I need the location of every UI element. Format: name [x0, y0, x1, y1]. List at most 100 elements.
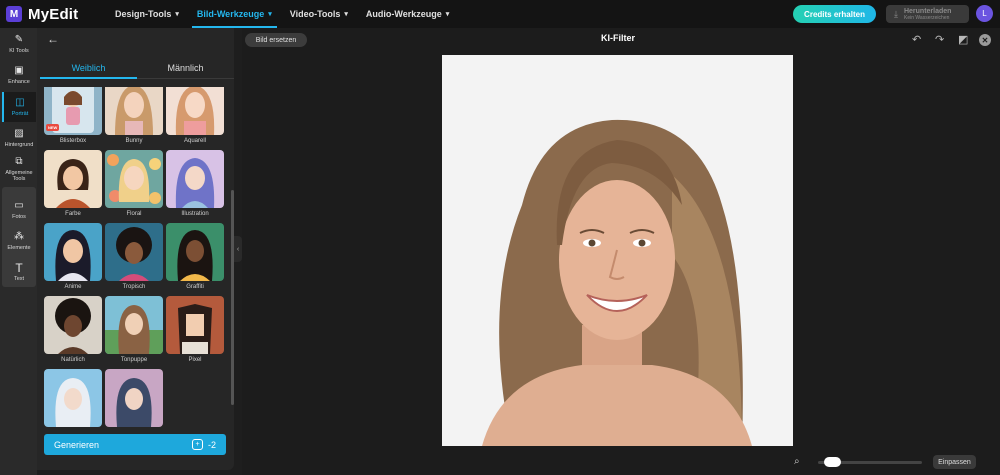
sidebar-item-portrait[interactable]: ◫ Porträt [2, 92, 36, 122]
credit-coin-icon: + [191, 439, 203, 450]
sidebar-item-background[interactable]: ▨ Hintergrund [2, 128, 36, 148]
style-card-pixel[interactable]: Pixel [166, 296, 224, 363]
new-badge: NEW [46, 124, 60, 131]
nav-label: Audio-Werkzeuge [365, 9, 442, 19]
chevron-down-icon: ▾ [344, 11, 348, 18]
style-thumbnail [105, 223, 163, 281]
nav-audio-werkzeuge[interactable]: Audio-Werkzeuge ▾ [361, 0, 454, 28]
style-card-tropisch[interactable]: Tropisch [105, 223, 163, 290]
style-card-14[interactable] [105, 369, 163, 427]
sidebar-item-label: Hintergrund [4, 142, 34, 148]
sidebar-item-text[interactable]: T Text [2, 262, 36, 282]
avatar[interactable]: L [976, 5, 993, 22]
download-icon: ⤓ [894, 8, 898, 19]
style-thumbnail [166, 150, 224, 208]
canvas-photo[interactable] [442, 55, 793, 446]
gender-tabs: Weiblich Männlich [40, 57, 234, 79]
redo-icon[interactable]: ↷ [935, 33, 944, 46]
sidebar-item-ki-tools[interactable]: ✎ KI Tools [2, 34, 36, 54]
enhance-icon: ▣ [14, 65, 24, 76]
compare-icon[interactable]: ◩ [958, 33, 968, 46]
magic-wand-icon: ✎ [14, 34, 24, 45]
style-thumbnail [166, 87, 224, 135]
style-thumbnail [105, 150, 163, 208]
panel-scrollbar[interactable] [231, 190, 234, 405]
style-thumbnail [105, 87, 163, 135]
style-thumbnail [166, 296, 224, 354]
generate-button[interactable]: Generieren + -2 [44, 434, 226, 455]
download-sublabel: Kein Wasserzeichen [903, 14, 950, 21]
style-grid: NEW Blisterbox Bunny Aquarell Farbe Flor… [44, 87, 234, 427]
chevron-down-icon: ▾ [445, 11, 450, 18]
style-thumbnail [105, 369, 163, 427]
main-nav: Design-Tools ▾ Bild-Werkzeuge ▾ Video-Tool… [110, 0, 454, 28]
style-panel: ← Weiblich Männlich NEW Blisterbox Bunny… [37, 28, 234, 470]
style-card-tonpuppe[interactable]: Tonpuppe [105, 296, 163, 363]
sidebar-item-label: Fotos [12, 214, 26, 220]
style-thumbnail [166, 223, 224, 281]
tab-maennlich[interactable]: Männlich [137, 57, 234, 78]
style-label: Bunny [125, 138, 143, 144]
portrait-icon: ◫ [15, 97, 25, 108]
style-card-natuerlich[interactable]: Natürlich [44, 296, 102, 363]
collapse-panel-handle[interactable]: ‹ [234, 236, 242, 262]
back-arrow-icon[interactable]: ← [47, 32, 59, 46]
sidebar-item-label: Porträt [11, 111, 29, 117]
sidebar-item-elements[interactable]: ⁂ Elemente [2, 231, 36, 251]
style-label: Farbe [65, 211, 81, 217]
generate-cost-value: -2 [207, 439, 216, 450]
style-card-blisterbox[interactable]: NEW Blisterbox [44, 87, 102, 144]
tab-weiblich[interactable]: Weiblich [40, 57, 137, 79]
style-card-aquarell[interactable]: Aquarell [166, 87, 224, 144]
chevron-down-icon: ▾ [175, 11, 179, 18]
credits-button[interactable]: Credits erhalten [793, 5, 876, 23]
style-card-13[interactable] [44, 369, 102, 427]
generate-label: Generieren [54, 439, 100, 450]
tools-icon: ⧉ [15, 156, 23, 167]
nav-label: Design-Tools [115, 9, 172, 19]
sidebar-item-general-tools[interactable]: ⧉ Allgemeine Tools [2, 156, 36, 182]
style-card-illustration[interactable]: Illustration [166, 150, 224, 217]
elements-icon: ⁂ [14, 231, 24, 242]
style-card-farbe[interactable]: Farbe [44, 150, 102, 217]
replace-image-button[interactable]: Bild ersetzen [245, 33, 307, 47]
nav-design-tools[interactable]: Design-Tools ▾ [110, 0, 184, 28]
style-card-bunny[interactable]: Bunny [105, 87, 163, 144]
style-label: Floral [126, 211, 142, 217]
nav-bild-werkzeuge[interactable]: Bild-Werkzeuge ▾ [191, 0, 277, 28]
zoom-icon: ⌕ [794, 456, 800, 467]
nav-video-tools[interactable]: Video-Tools ▾ [285, 0, 353, 28]
close-icon[interactable]: ✕ [979, 34, 991, 46]
sidebar-item-label: Elemente [7, 245, 31, 251]
chevron-down-icon: ▾ [268, 11, 272, 18]
style-label: Tropisch [122, 284, 146, 290]
undo-icon[interactable]: ↶ [912, 33, 921, 46]
app-logo[interactable]: M MyEdit [6, 6, 106, 23]
style-card-graffiti[interactable]: Graffiti [166, 223, 224, 290]
sidebar-item-enhance[interactable]: ▣ Enhance [2, 65, 36, 85]
style-label: Tonpuppe [120, 357, 148, 363]
logo-mark: M [6, 6, 22, 22]
chevron-left-icon: ‹ [236, 245, 240, 253]
style-thumbnail [44, 296, 102, 354]
sidebar-item-label: Allgemeine Tools [5, 170, 33, 182]
style-label: Illustration [181, 211, 209, 217]
top-bar: M MyEdit Design-Tools ▾ Bild-Werkzeuge ▾ V… [0, 0, 1000, 28]
zoom-slider-handle[interactable] [823, 457, 841, 467]
style-label: Anime [64, 284, 82, 290]
tool-sidebar: ✎ KI Tools ▣ Enhance ◫ Porträt ▨ Hinterg… [0, 28, 37, 475]
download-button[interactable]: ⤓ Herunterladen Kein Wasserzeichen [886, 5, 969, 23]
style-thumbnail [44, 369, 102, 427]
text-icon: T [15, 261, 23, 275]
style-label: Pixel [188, 357, 202, 363]
style-label: Blisterbox [59, 138, 87, 144]
style-label: Aquarell [183, 138, 206, 144]
canvas-title: KI-Filter [600, 33, 635, 43]
sidebar-item-label: Text [13, 276, 25, 282]
nav-label: Video-Tools [289, 9, 341, 19]
style-card-anime[interactable]: Anime [44, 223, 102, 290]
style-thumbnail: NEW [44, 87, 102, 135]
sidebar-item-photos[interactable]: ▭ Fotos [2, 200, 36, 220]
fit-button[interactable]: Einpassen [933, 455, 976, 469]
style-card-floral[interactable]: Floral [105, 150, 163, 217]
